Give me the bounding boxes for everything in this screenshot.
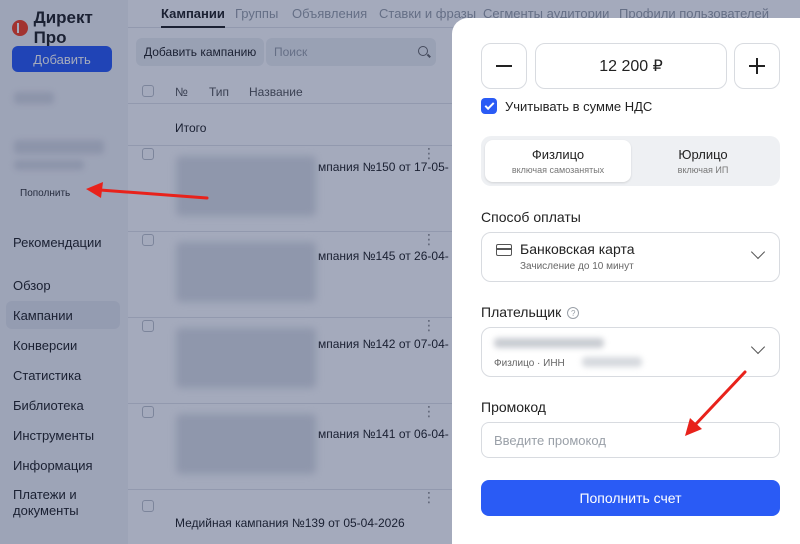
payment-method-subtitle: Зачисление до 10 минут bbox=[520, 261, 634, 272]
payer-type-subtitle: включая самозанятых bbox=[511, 165, 605, 175]
chevron-down-icon bbox=[750, 244, 766, 260]
payer-type-individual[interactable]: Физлицо включая самозанятых bbox=[485, 140, 631, 182]
payer-type-legal[interactable]: Юрлицо включая ИП bbox=[630, 140, 776, 182]
promo-label: Промокод bbox=[481, 399, 546, 415]
payer-type-switch: Физлицо включая самозанятых Юрлицо включ… bbox=[481, 136, 780, 186]
payer-subtitle: Физлицо · ИНН bbox=[494, 358, 565, 369]
help-icon[interactable]: ? bbox=[567, 307, 580, 320]
payer-type-title: Юрлицо bbox=[678, 147, 728, 162]
amount-field[interactable]: 12 200 ₽ bbox=[535, 43, 727, 89]
payment-method-title: Банковская карта bbox=[520, 241, 635, 257]
promo-input[interactable] bbox=[481, 422, 780, 458]
vat-checkbox-row[interactable]: Учитывать в сумме НДС bbox=[481, 98, 652, 114]
vat-label: Учитывать в сумме НДС bbox=[505, 98, 653, 114]
payer-label-row: Плательщик? bbox=[481, 304, 580, 320]
payer-select[interactable]: Физлицо · ИНН bbox=[481, 327, 780, 377]
payer-type-title: Физлицо bbox=[531, 147, 585, 162]
chevron-down-icon bbox=[750, 339, 766, 355]
check-icon bbox=[484, 99, 494, 110]
payer-label: Плательщик bbox=[481, 304, 562, 320]
payment-method-select[interactable]: Банковская карта Зачисление до 10 минут bbox=[481, 232, 780, 282]
payment-panel: 12 200 ₽ Учитывать в сумме НДС Физлицо в… bbox=[452, 18, 800, 544]
plus-icon bbox=[749, 58, 765, 74]
payer-type-subtitle: включая ИП bbox=[677, 165, 729, 175]
payment-method-label: Способ оплаты bbox=[481, 209, 581, 225]
bank-card-icon bbox=[496, 244, 512, 256]
vat-checkbox[interactable] bbox=[481, 98, 497, 114]
minus-icon bbox=[496, 65, 512, 67]
submit-refill-button[interactable]: Пополнить счет bbox=[481, 480, 780, 516]
payer-name-blurred bbox=[494, 338, 604, 348]
inn-blurred bbox=[582, 357, 642, 367]
increase-amount-button[interactable] bbox=[734, 43, 780, 89]
decrease-amount-button[interactable] bbox=[481, 43, 527, 89]
